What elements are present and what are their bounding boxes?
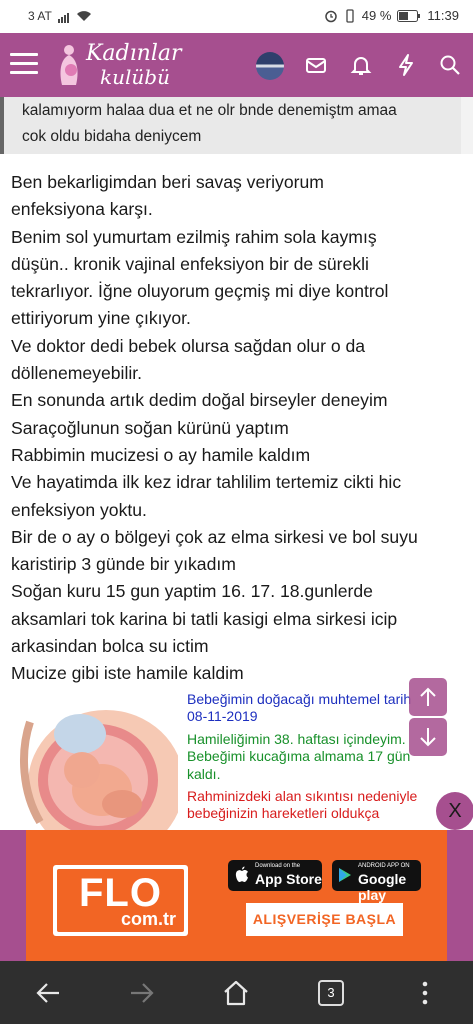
flo-logo: FLO com.tr [53,865,188,936]
logo-figure-icon [60,45,78,85]
scroll-down-button[interactable] [409,718,447,756]
shop-now-button[interactable]: ALIŞVERİŞE BAŞLA [246,903,403,936]
quote-edge [461,97,473,154]
wifi-icon [76,11,91,21]
post-line: Mucize gibi iste hamile kaldim [11,663,244,684]
post-line: düşün.. kronik vajinal enfeksiyon bir de… [11,253,369,274]
lightning-icon[interactable] [394,53,418,77]
days-left-text-end: kaldı. [187,765,221,782]
post-line: En sonunda artık dedim doğal birseyler d… [11,390,388,411]
bell-icon[interactable] [349,53,373,77]
info-warning-text-2: bebeğinizin hareketleri oldukça [187,805,380,822]
ad-content[interactable]: FLO com.tr Download on the App Store AND… [26,830,447,961]
post-line: enfeksiyon yoktu. [11,499,147,520]
post-line: Soğan kuru 15 gun yaptim 16. 17. 18.gunl… [11,581,373,602]
play-icon [339,868,351,882]
quoted-reply: kalamıyorm halaa dua et ne olr bnde dene… [0,97,461,154]
post-line: Bir de o ay o bölgeyi çok az elma sirkes… [11,526,418,547]
google-play-small: ANDROID APP ON [358,863,410,869]
carrier-label: 3 AT [28,9,52,23]
app-store-small: Download on the [255,863,301,869]
app-store-label: App Store [255,871,322,887]
post-line: arkasindan bolca su ictim [11,636,209,657]
post-line: döllenemeyebilir. [11,363,143,384]
quote-line: cok oldu bidaha deniycem [22,128,202,145]
days-left-text: Bebeğimi kucağıma almama 17 gün [187,748,411,765]
post-line: karistirip 3 günde bir yıkadım [11,554,236,575]
vibrate-icon [346,8,354,23]
post-line: Saraçoğlunun soğan kürünü yaptım [11,417,289,438]
post-line: aksamlari tok karina bi tatli kasigi elm… [11,608,398,629]
quote-line: kalamıyorm halaa dua et ne olr bnde dene… [22,102,397,119]
signal-icon [57,9,70,23]
flo-domain: com.tr [120,909,176,929]
apple-icon [235,866,248,882]
browser-nav-bar: 3 [0,961,473,1024]
post-line: Ve doktor dedi bebek olursa sağdan olur … [11,335,366,356]
tabs-button[interactable]: 3 [318,980,344,1006]
logo-text-line2: kulübü [100,65,170,89]
post-line: tekrarlıyor. İğne oluyorum geçmiş mi diy… [11,281,389,302]
status-bar: 3 AT 49 % 11:39 [0,0,473,33]
fetus-illustration [10,692,178,830]
battery-icon [397,9,421,22]
due-date-value: 08-11-2019 [187,708,258,725]
home-icon[interactable] [221,978,251,1008]
week-text: Hamileliğimin 38. haftası içindeyim. [187,730,406,747]
search-icon[interactable] [438,53,462,77]
close-ad-button[interactable]: X [436,792,473,830]
back-icon[interactable] [33,978,63,1008]
post-line: Benim sol yumurtam ezilmiş rahim sola ka… [11,226,377,247]
post-line: ettiriyorum yine çıkıyor. [11,308,191,329]
post-line: Rabbimin mucizesi o ay hamile kaldım [11,444,311,465]
post-line: Ve hayatimda ilk kez idrar tahlilim tert… [11,472,402,493]
site-logo[interactable]: Kadınlar kulübü [56,39,186,91]
logo-text-line1: Kadınlar [86,41,182,66]
due-date-label: Bebeğimin doğacağı muhtemel tarih [187,691,412,707]
scroll-up-button[interactable] [409,678,447,716]
ad-banner[interactable]: FLO com.tr Download on the App Store AND… [0,830,473,961]
post-line: Ben bekarligimdan beri savaş veriyorum [11,172,324,192]
app-store-badge[interactable]: Download on the App Store [228,860,322,891]
google-play-label: Google play [358,871,407,903]
google-play-badge[interactable]: ANDROID APP ON Google play [332,860,421,903]
menu-icon[interactable] [10,53,38,77]
post-body: Ben bekarligimdan beri savaş veriyorum e… [11,169,466,688]
post-line: enfeksiyona karşı. [11,199,153,220]
arrow-down-icon [420,728,436,747]
alarm-icon [325,10,337,22]
pregnancy-ticker: Bebeğimin doğacağı muhtemel tarih 08-11-… [187,691,447,823]
info-warning-text: Rahminizdeki alan sıkıntısı nedeniyle [187,788,418,805]
forward-icon[interactable] [127,978,157,1008]
more-options-icon[interactable] [410,978,440,1008]
battery-percent: 49 % [361,8,392,23]
clock: 11:39 [427,8,459,23]
mail-icon[interactable] [304,53,328,77]
avatar[interactable] [256,52,284,80]
app-header: Kadınlar kulübü [0,33,473,97]
arrow-up-icon [420,687,436,706]
